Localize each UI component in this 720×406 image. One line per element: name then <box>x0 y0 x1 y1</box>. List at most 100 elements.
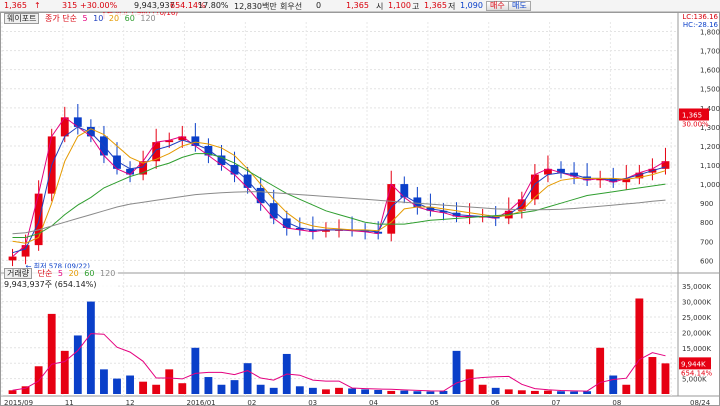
price-tick-label: 800 <box>700 219 713 227</box>
high-label: 고 <box>412 2 420 11</box>
volume-bar <box>530 390 539 394</box>
low-label: 저 <box>448 2 456 11</box>
vol-ma-120-label: 120 <box>100 269 116 278</box>
price-tick-label: 1,600 <box>700 67 720 75</box>
volume-bar <box>139 381 148 394</box>
volume-bar <box>661 363 670 394</box>
volume-bar <box>465 369 474 394</box>
volume-bar <box>557 391 565 394</box>
volume-bar <box>570 391 578 394</box>
volume-bar <box>308 387 317 394</box>
volume-tick-label: 15,000K <box>682 345 711 353</box>
volume-bar <box>217 384 226 394</box>
volume-bar <box>361 389 370 394</box>
quote-bar: 1,365 ↑ 315 +30.00% 9,943,937 654.14% 17… <box>0 0 720 12</box>
time-tick-label: 03 <box>308 399 317 406</box>
time-tick-label: 2015/09 <box>4 399 33 406</box>
turnover-rate: 17.80% <box>198 1 229 10</box>
volume-bar <box>583 391 592 394</box>
ma-10-label: 10 <box>93 14 104 23</box>
candle-body <box>60 117 69 137</box>
high-price: 1,365 <box>424 1 447 10</box>
time-tick-label: 04 <box>369 399 378 406</box>
volume-tick-label: 30,000K <box>682 299 711 307</box>
time-tick-label: 08/24 <box>690 399 711 406</box>
open-price: 1,100 <box>388 1 411 10</box>
volume-pct-text: 654.14% <box>681 369 712 377</box>
volume-bar <box>374 389 383 394</box>
volume-bar <box>622 384 631 394</box>
up-arrow-icon: ↑ <box>34 1 41 10</box>
sell-button[interactable]: 매도 <box>508 1 531 11</box>
volume-tag[interactable]: 거래량 <box>4 268 33 279</box>
volume-bar <box>73 335 82 394</box>
volume-bar <box>204 377 213 394</box>
buy-button[interactable]: 매수 <box>486 1 509 11</box>
limit-up-label: LC:136.16 <box>682 13 718 21</box>
price-tick-label: 900 <box>700 200 713 208</box>
price-tick-label: 1,100 <box>700 162 720 170</box>
ma-60-label: 60 <box>124 14 135 23</box>
price-change: 315 <box>62 1 78 10</box>
volume-bar <box>544 390 552 394</box>
last-price: 1,365 <box>346 1 369 10</box>
time-tick-label: 2016/01 <box>187 399 216 406</box>
volume-tick-label: 25,000K <box>682 314 711 322</box>
volume-bar <box>243 363 252 394</box>
volume-bar <box>491 387 500 394</box>
volume-bar <box>426 391 435 394</box>
low-price: 1,090 <box>460 1 483 10</box>
vol-ma-20-label: 20 <box>68 269 79 278</box>
vol-ma-5-label: 5 <box>57 269 64 278</box>
volume-bar <box>348 388 356 394</box>
volume-tick-label: 35,000K <box>682 283 711 291</box>
volume-bar <box>230 380 239 394</box>
last-price-tag-text: 1,365 <box>682 111 702 119</box>
volume-bar <box>295 386 304 394</box>
volume-bar <box>269 387 278 394</box>
time-tick-label: 05 <box>430 399 439 406</box>
volume-bar <box>100 369 108 394</box>
candle-body <box>8 256 17 261</box>
volume-bar <box>387 390 396 394</box>
volume-readout: 9,943,937주 (654.14%) <box>4 280 97 289</box>
volume-bar <box>113 378 121 394</box>
current-price: 1,365 <box>4 1 27 10</box>
candle-body <box>21 245 30 257</box>
volume-bar <box>60 350 69 394</box>
price-stock-tag[interactable]: 웨이포트 <box>4 13 40 24</box>
price-tick-label: 1,500 <box>700 86 720 94</box>
volume-bar <box>400 390 409 394</box>
volume-bar <box>152 384 161 394</box>
ma-120-label: 120 <box>140 14 156 23</box>
time-tick-label: 08 <box>612 399 621 406</box>
volume-bar <box>21 386 30 394</box>
volume-bar <box>504 389 513 394</box>
last-price-pct-text: 30.00% <box>682 120 709 128</box>
volume-bar <box>86 301 95 394</box>
price-tick-label: 1,700 <box>700 48 720 56</box>
time-tick-label: 02 <box>247 399 256 406</box>
price-tick-label: 600 <box>700 257 713 265</box>
ma-20-label: 20 <box>108 14 120 23</box>
open-label: 시 <box>376 2 384 11</box>
volume-bar <box>517 390 526 394</box>
stock-chart[interactable]: 600 700 800 900 1,000 1,100 1,200 1,300 1,400 1,5… <box>0 7 720 406</box>
price-tick-label: 1,200 <box>700 143 720 151</box>
volume-bar <box>126 375 134 394</box>
time-tick-label: 11 <box>65 399 74 406</box>
price-tick-label: 700 <box>700 238 713 246</box>
volume-bar <box>478 384 487 394</box>
volume-bar <box>47 313 56 394</box>
chart-canvas[interactable]: 6007008009001,0001,1001,2001,3001,4001,5… <box>0 7 720 406</box>
volume-bar <box>191 347 200 394</box>
volume-bar <box>335 387 343 394</box>
volume-bar <box>596 347 605 394</box>
candle-body <box>387 184 396 234</box>
candle-body <box>243 174 252 188</box>
volume-bar <box>635 298 644 394</box>
volume-bar <box>165 369 174 394</box>
price-tick-label: 1,000 <box>700 181 720 189</box>
volume-bar <box>648 357 657 394</box>
volume-bar <box>452 350 461 394</box>
